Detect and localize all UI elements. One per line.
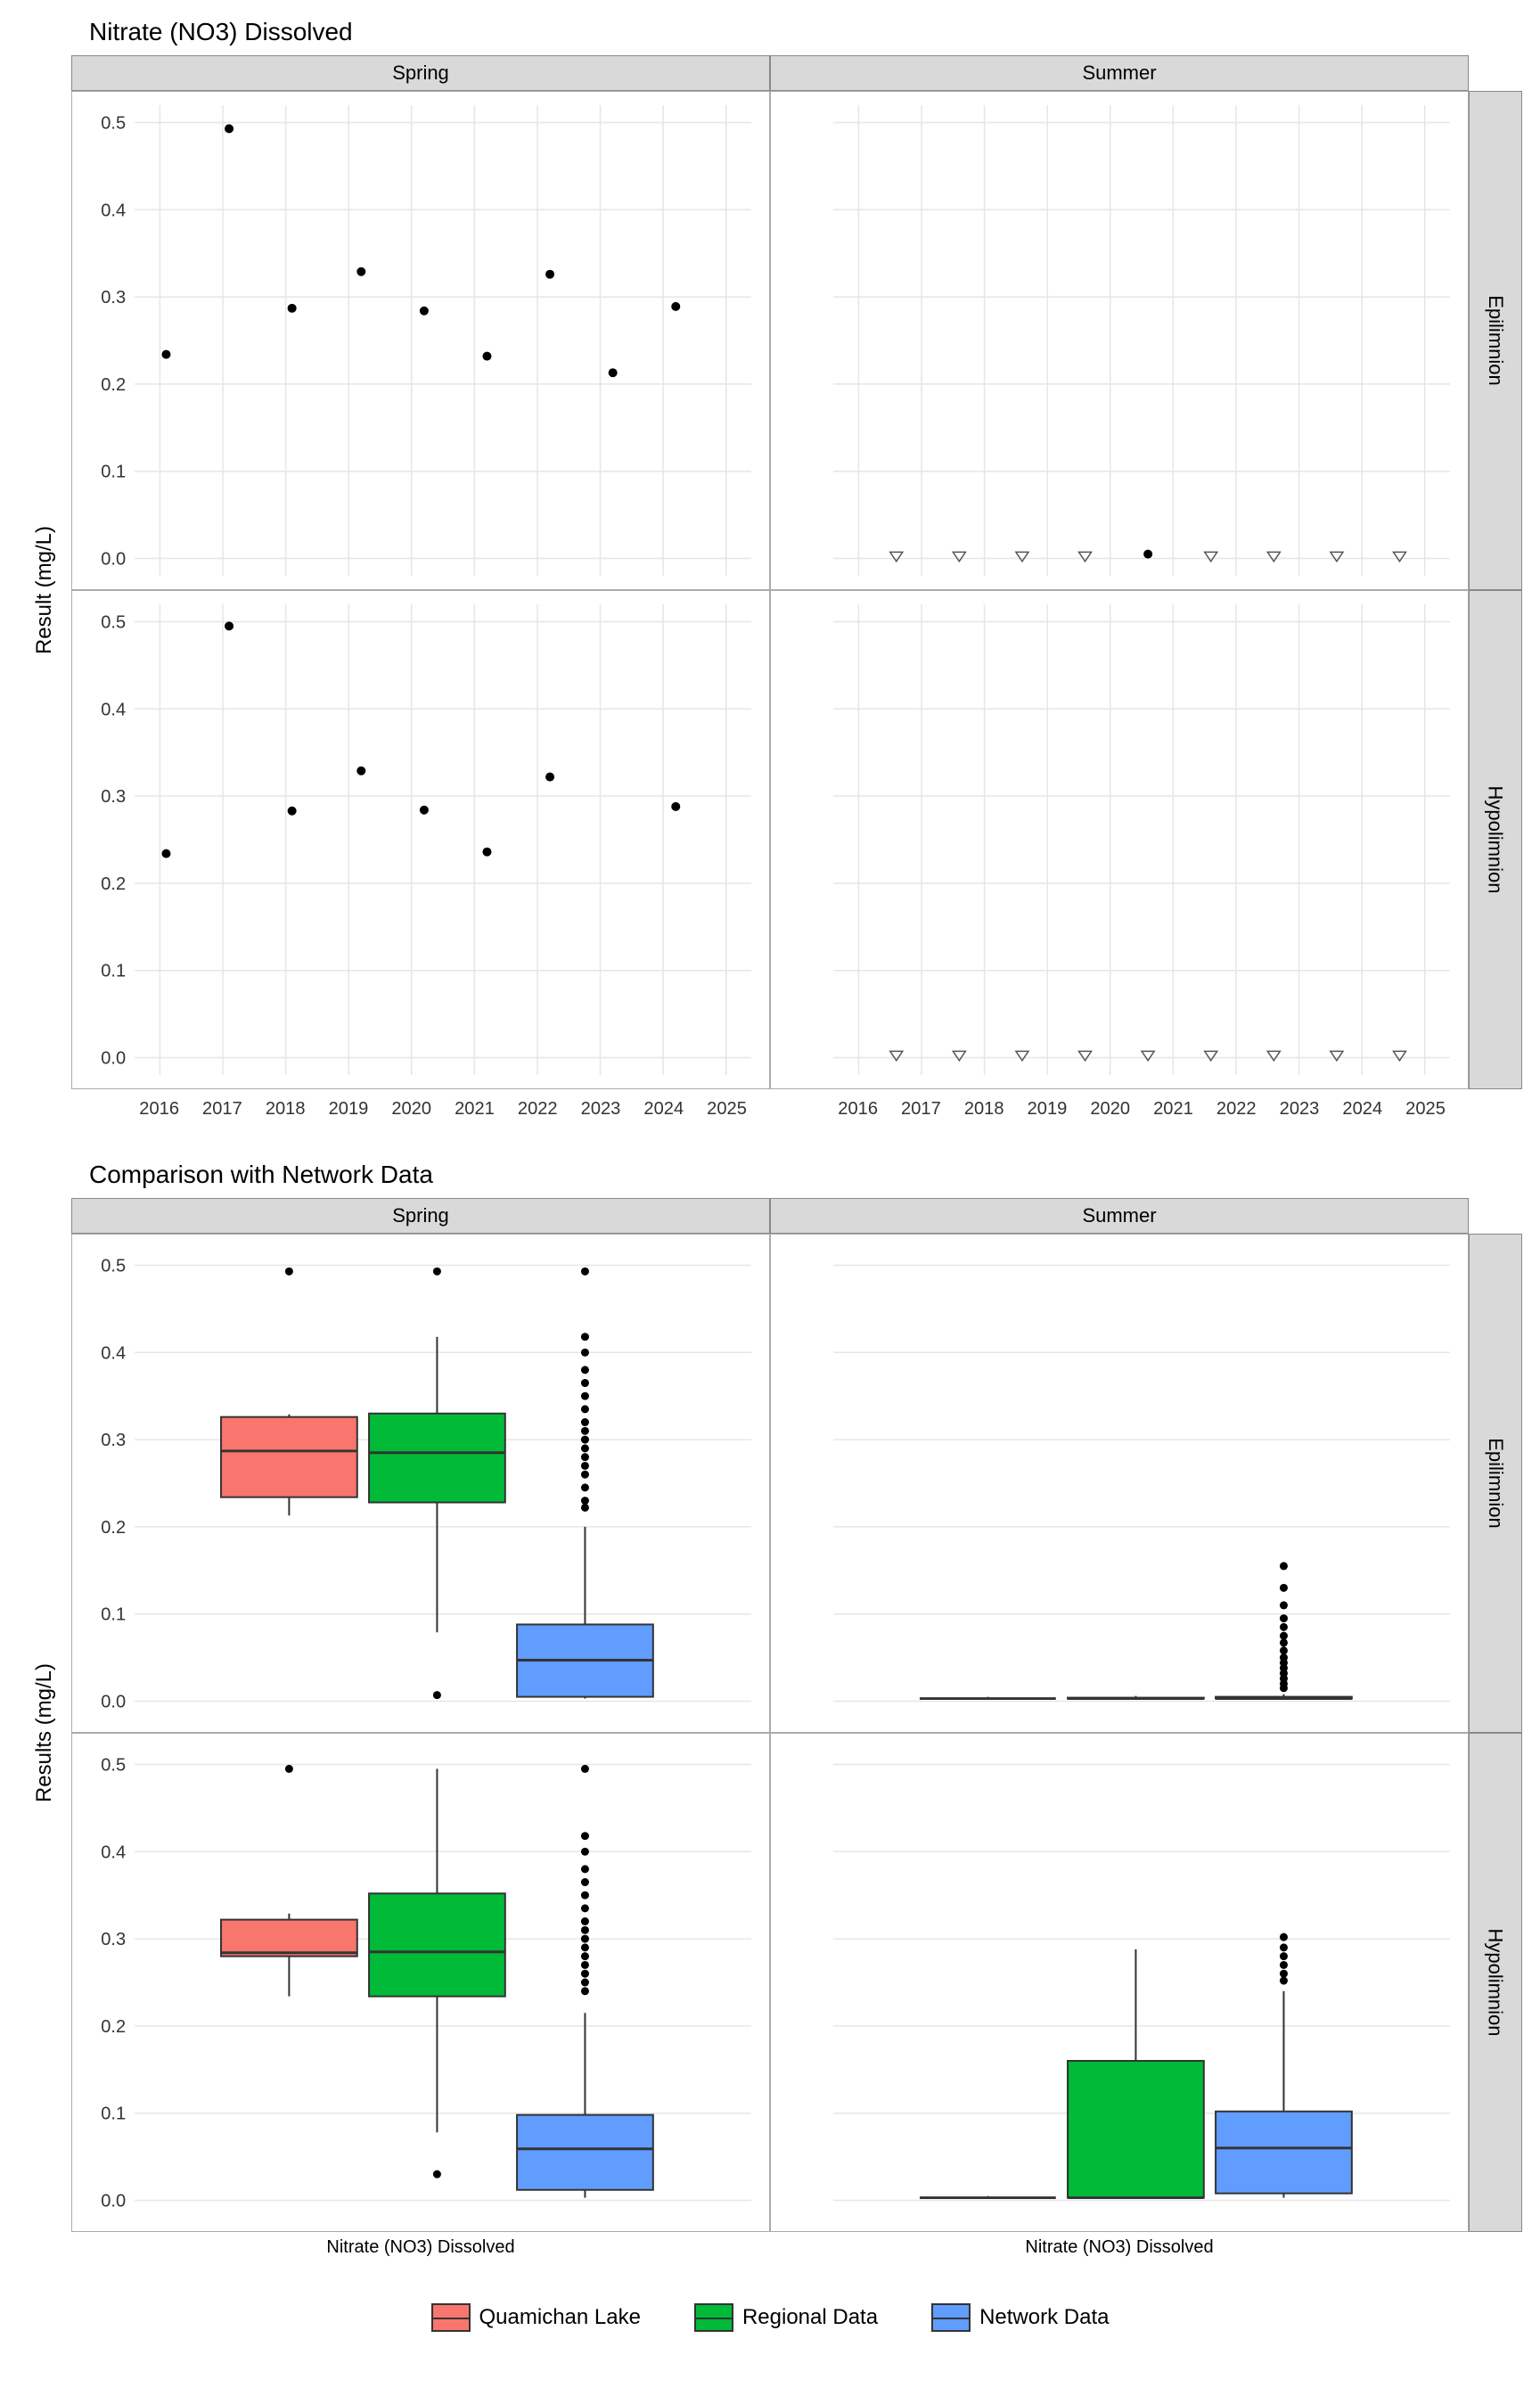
scatter-chart: Nitrate (NO3) Dissolved Result (mg/L) Sp…: [18, 18, 1522, 1125]
legend: Quamichan Lake Regional Data Network Dat…: [18, 2303, 1522, 2332]
svg-text:0.2: 0.2: [101, 375, 126, 395]
y-axis-label: Result (mg/L): [18, 91, 71, 1089]
svg-text:0.4: 0.4: [101, 1343, 126, 1363]
svg-text:2020: 2020: [391, 1099, 431, 1119]
panel-spring-epi: 0.0 0.1 0.2 0.3 0.4 0.5: [71, 91, 770, 590]
panel-summer-epi: [770, 1234, 1469, 1733]
panel-spring-hypo: 0.0 0.1 0.2 0.3 0.4 0.5: [71, 590, 770, 1089]
svg-text:0.0: 0.0: [101, 2192, 126, 2211]
svg-text:0.2: 0.2: [101, 2017, 126, 2037]
svg-text:2018: 2018: [964, 1099, 1004, 1119]
facet-col-spring: Spring: [71, 55, 770, 91]
y-axis-label: Results (mg/L): [18, 1234, 71, 2232]
x-axis: Nitrate (NO3) Dissolved Nitrate (NO3) Di…: [71, 2232, 1469, 2268]
svg-text:0.5: 0.5: [101, 114, 126, 134]
svg-text:0.0: 0.0: [101, 550, 126, 570]
facet-row-epi: Epilimnion: [1469, 1234, 1522, 1733]
svg-text:0.4: 0.4: [101, 700, 126, 719]
svg-text:0.1: 0.1: [101, 1605, 126, 1625]
svg-text:0.1: 0.1: [101, 463, 126, 482]
chart-title: Nitrate (NO3) Dissolved: [89, 18, 1522, 46]
facet-row-epi: Epilimnion: [1469, 91, 1522, 590]
boxplot-chart: Comparison with Network Data Results (mg…: [18, 1161, 1522, 2268]
panel-spring-epi: 0.0 0.1 0.2 0.3 0.4 0.5: [71, 1234, 770, 1733]
svg-text:0.2: 0.2: [101, 874, 126, 894]
svg-text:2021: 2021: [455, 1099, 495, 1119]
svg-text:2016: 2016: [838, 1099, 878, 1119]
svg-text:0.3: 0.3: [101, 288, 126, 308]
svg-text:2022: 2022: [518, 1099, 558, 1119]
svg-text:0.5: 0.5: [101, 1257, 126, 1276]
svg-text:0.2: 0.2: [101, 1518, 126, 1538]
facet-row-hypo: Hypolimnion: [1469, 1733, 1522, 2232]
svg-text:2023: 2023: [581, 1099, 621, 1119]
panel-summer-epi: [770, 91, 1469, 590]
panel-summer-hypo: [770, 1733, 1469, 2232]
panel-spring-hypo: 0.0 0.1 0.2 0.3 0.4 0.5: [71, 1733, 770, 2232]
svg-text:0.0: 0.0: [101, 1693, 126, 1712]
svg-text:2024: 2024: [1342, 1099, 1382, 1119]
svg-text:2019: 2019: [1028, 1099, 1068, 1119]
svg-text:2017: 2017: [901, 1099, 941, 1119]
svg-text:2025: 2025: [707, 1099, 747, 1119]
svg-text:0.0: 0.0: [101, 1049, 126, 1069]
svg-text:2017: 2017: [202, 1099, 242, 1119]
svg-text:2022: 2022: [1216, 1099, 1257, 1119]
facet-col-summer: Summer: [770, 1198, 1469, 1234]
svg-text:2019: 2019: [329, 1099, 369, 1119]
svg-text:2018: 2018: [266, 1099, 306, 1119]
facet-col-summer: Summer: [770, 55, 1469, 91]
legend-network: Network Data: [931, 2303, 1109, 2332]
svg-text:0.5: 0.5: [101, 1756, 126, 1776]
svg-text:0.3: 0.3: [101, 1431, 126, 1450]
svg-text:2025: 2025: [1405, 1099, 1446, 1119]
svg-text:0.4: 0.4: [101, 1842, 126, 1862]
svg-text:2023: 2023: [1280, 1099, 1320, 1119]
svg-text:2024: 2024: [643, 1099, 684, 1119]
facet-col-spring: Spring: [71, 1198, 770, 1234]
svg-text:2016: 2016: [139, 1099, 179, 1119]
facet-row-hypo: Hypolimnion: [1469, 590, 1522, 1089]
svg-text:2021: 2021: [1153, 1099, 1193, 1119]
svg-text:2020: 2020: [1090, 1099, 1130, 1119]
svg-text:0.3: 0.3: [101, 1930, 126, 1949]
legend-quamichan: Quamichan Lake: [431, 2303, 641, 2332]
svg-text:0.3: 0.3: [101, 787, 126, 807]
panel-summer-hypo: [770, 590, 1469, 1089]
svg-text:0.4: 0.4: [101, 201, 126, 220]
chart-title: Comparison with Network Data: [89, 1161, 1522, 1189]
svg-text:0.5: 0.5: [101, 613, 126, 633]
x-axis: 2016 2017 2018 2019 2020 2021 2022 2023 2024 2025…: [71, 1089, 1469, 1125]
svg-text:0.1: 0.1: [101, 2105, 126, 2124]
svg-text:0.1: 0.1: [101, 962, 126, 981]
legend-regional: Regional Data: [694, 2303, 878, 2332]
